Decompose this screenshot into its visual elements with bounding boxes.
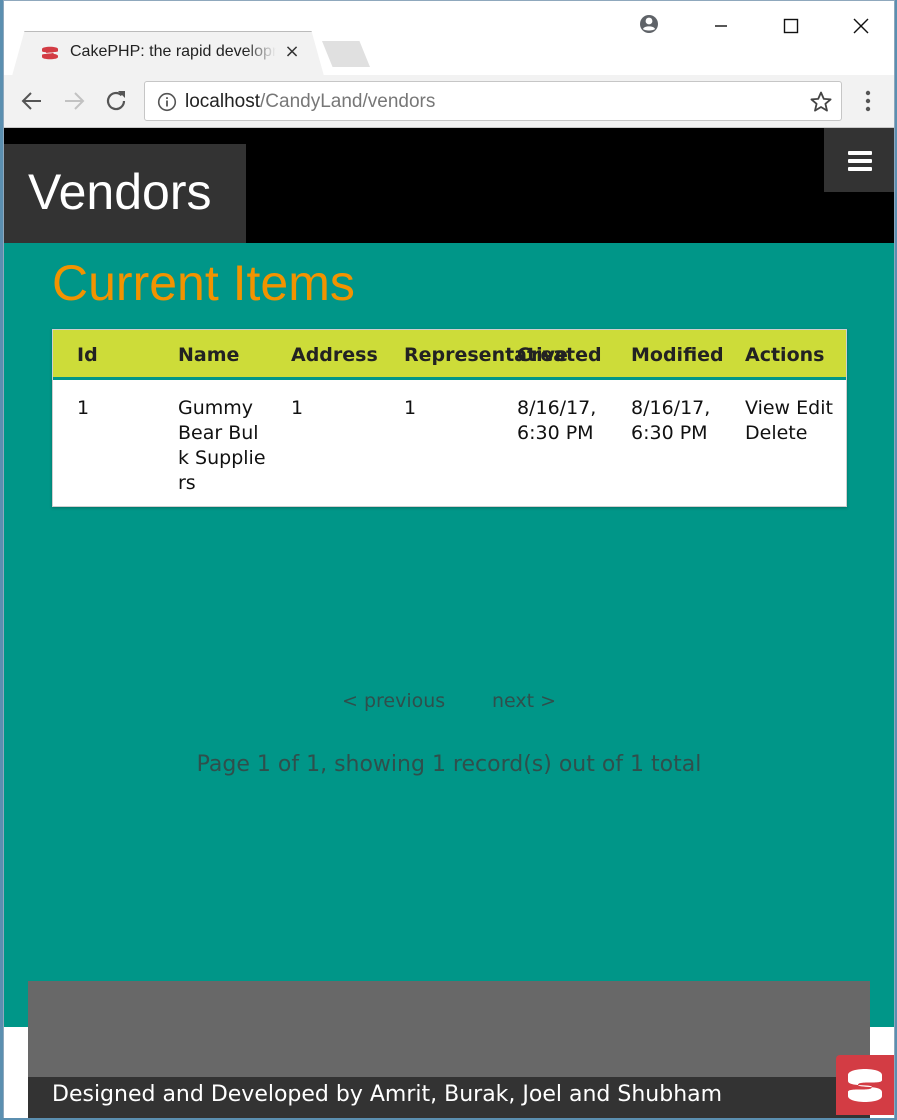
account-circle-icon[interactable] — [634, 11, 664, 41]
arrow-left-icon[interactable] — [18, 87, 46, 115]
tab-title: CakePHP: the rapid development php frame… — [70, 43, 276, 60]
cell-name: Gummy Bear Bulk Suppliers — [178, 397, 266, 494]
content-area: Current Items Id Name Address Representa… — [4, 243, 894, 1118]
url-host: localhost — [185, 91, 260, 112]
cakephp-logo-icon — [848, 1069, 882, 1102]
page-viewport: Vendors Current Items Id Name Address Re… — [4, 128, 894, 1118]
next-link[interactable]: next > — [492, 689, 556, 713]
vendors-table: Id Name Address Representative Created M… — [52, 329, 847, 507]
cell-id: 1 — [77, 397, 90, 419]
footer-credits: Designed and Developed by Amrit, Burak, … — [52, 1082, 723, 1107]
cell-created: 8/16/17, 6:30 PM — [517, 397, 597, 444]
page-title: Vendors — [28, 164, 212, 220]
pagination-summary: Page 1 of 1, showing 1 record(s) out of … — [196, 752, 702, 777]
cell-modified: 8/16/17, 6:30 PM — [631, 397, 711, 444]
section-title: Current Items — [52, 255, 355, 311]
menu-dots-icon[interactable] — [856, 87, 880, 115]
top-nav-bar: Vendors — [4, 128, 894, 243]
tab-close-icon[interactable]: × — [282, 41, 302, 63]
star-icon[interactable] — [809, 90, 833, 114]
reload-icon[interactable] — [102, 87, 130, 115]
browser-toolbar: localhost/CandyLand/vendors — [4, 75, 894, 128]
window-close-icon[interactable] — [846, 11, 876, 41]
title-area: Vendors — [4, 144, 246, 243]
column-header-modified[interactable]: Modified — [631, 343, 724, 367]
table-header: Id Name Address Representative Created M… — [53, 330, 846, 380]
footer-bar: Designed and Developed by Amrit, Burak, … — [28, 1077, 870, 1118]
cakephp-icon[interactable] — [836, 1055, 894, 1115]
cakephp-favicon-icon — [42, 46, 58, 60]
column-header-id[interactable]: Id — [77, 343, 98, 367]
url-text[interactable]: localhost/CandyLand/vendors — [185, 90, 435, 114]
view-link[interactable]: View — [745, 397, 790, 419]
new-tab-button[interactable] — [322, 41, 370, 67]
edit-link[interactable]: Edit — [796, 397, 833, 419]
column-header-created[interactable]: Created — [517, 343, 602, 367]
cell-address: 1 — [291, 397, 304, 419]
cell-representative: 1 — [404, 397, 417, 419]
browser-window: CakePHP: the rapid development php frame… — [3, 0, 895, 1118]
info-icon[interactable] — [157, 92, 177, 112]
minimize-icon[interactable] — [706, 11, 736, 41]
column-header-actions: Actions — [745, 344, 825, 366]
footer: Designed and Developed by Amrit, Burak, … — [28, 981, 870, 1118]
hamburger-icon[interactable] — [824, 128, 894, 192]
column-header-name[interactable]: Name — [178, 343, 239, 367]
cell-actions: View Edit Delete — [745, 396, 835, 446]
maximize-icon[interactable] — [776, 11, 806, 41]
delete-link[interactable]: Delete — [745, 422, 807, 444]
previous-link[interactable]: < previous — [342, 689, 445, 713]
column-header-address[interactable]: Address — [291, 343, 378, 367]
address-bar[interactable]: localhost/CandyLand/vendors — [144, 81, 842, 121]
url-path: /CandyLand/vendors — [260, 91, 436, 112]
arrow-right-icon[interactable] — [60, 87, 88, 115]
title-bar: CakePHP: the rapid development php frame… — [4, 1, 894, 76]
